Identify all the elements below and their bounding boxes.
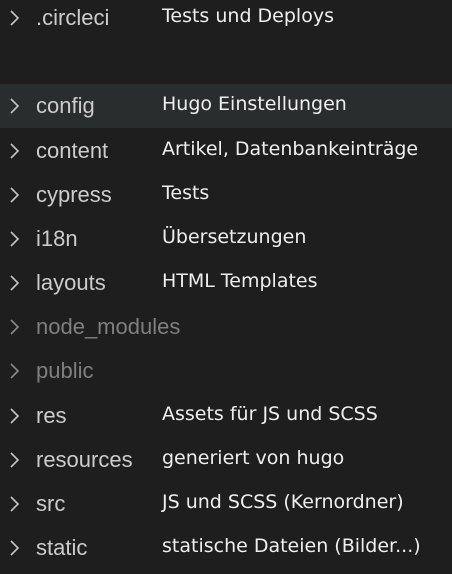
folder-description: JS und SCSS (Kernordner): [162, 491, 404, 513]
folder-name: res: [36, 403, 67, 428]
chevron-right-icon[interactable]: [9, 186, 21, 204]
chevron-right-icon[interactable]: [9, 451, 21, 469]
folder-row-public[interactable]: public: [0, 349, 452, 393]
folder-description: Artikel, Datenbankeinträge: [162, 138, 419, 160]
folder-name: layouts: [36, 270, 106, 295]
folder-name: config: [36, 93, 95, 118]
folder-name: cypress: [36, 182, 112, 207]
folder-row-resources[interactable]: resources generiert von hugo: [0, 438, 452, 482]
chevron-right-icon[interactable]: [9, 362, 21, 380]
folder-row-layouts[interactable]: layouts HTML Templates: [0, 261, 452, 305]
folder-row-static[interactable]: static statische Dateien (Bilder...): [0, 526, 452, 570]
chevron-right-icon[interactable]: [9, 539, 21, 557]
folder-description: Hugo Einstellungen: [162, 93, 347, 115]
folder-description: Assets für JS und SCSS: [162, 403, 378, 425]
chevron-right-icon[interactable]: [9, 318, 21, 336]
folder-row-node-modules[interactable]: node_modules: [0, 305, 452, 349]
chevron-right-icon[interactable]: [9, 274, 21, 292]
file-explorer-tree: .circleci Tests und Deploys config Hugo …: [0, 0, 452, 574]
folder-name: .circleci: [36, 5, 110, 30]
folder-description: generiert von hugo: [162, 447, 345, 469]
chevron-right-icon[interactable]: [9, 142, 21, 160]
chevron-right-icon[interactable]: [9, 407, 21, 425]
chevron-right-icon[interactable]: [9, 9, 21, 27]
folder-description: Übersetzungen: [162, 226, 307, 248]
folder-name: node_modules: [36, 314, 181, 339]
folder-name: resources: [36, 447, 133, 472]
folder-description: Tests und Deploys: [162, 5, 334, 27]
folder-description: Tests: [162, 182, 210, 204]
folder-name: i18n: [36, 226, 78, 251]
folder-row-res[interactable]: res Assets für JS und SCSS: [0, 394, 452, 438]
chevron-right-icon[interactable]: [9, 230, 21, 248]
folder-row-content[interactable]: content Artikel, Datenbankeinträge: [0, 129, 452, 173]
folder-name: public: [36, 358, 94, 383]
folder-row-circleci[interactable]: .circleci Tests und Deploys: [0, 0, 452, 40]
chevron-right-icon[interactable]: [9, 97, 21, 115]
folder-name: content: [36, 138, 109, 163]
folder-row-cypress[interactable]: cypress Tests: [0, 173, 452, 217]
folder-description: statische Dateien (Bilder...): [162, 535, 421, 557]
folder-description: HTML Templates: [162, 270, 318, 292]
chevron-right-icon[interactable]: [9, 495, 21, 513]
folder-name: src: [36, 491, 66, 516]
folder-row-i18n[interactable]: i18n Übersetzungen: [0, 217, 452, 261]
folder-name: static: [36, 535, 88, 560]
folder-row-src[interactable]: src JS und SCSS (Kernordner): [0, 482, 452, 526]
folder-row-config[interactable]: config Hugo Einstellungen: [0, 84, 452, 128]
